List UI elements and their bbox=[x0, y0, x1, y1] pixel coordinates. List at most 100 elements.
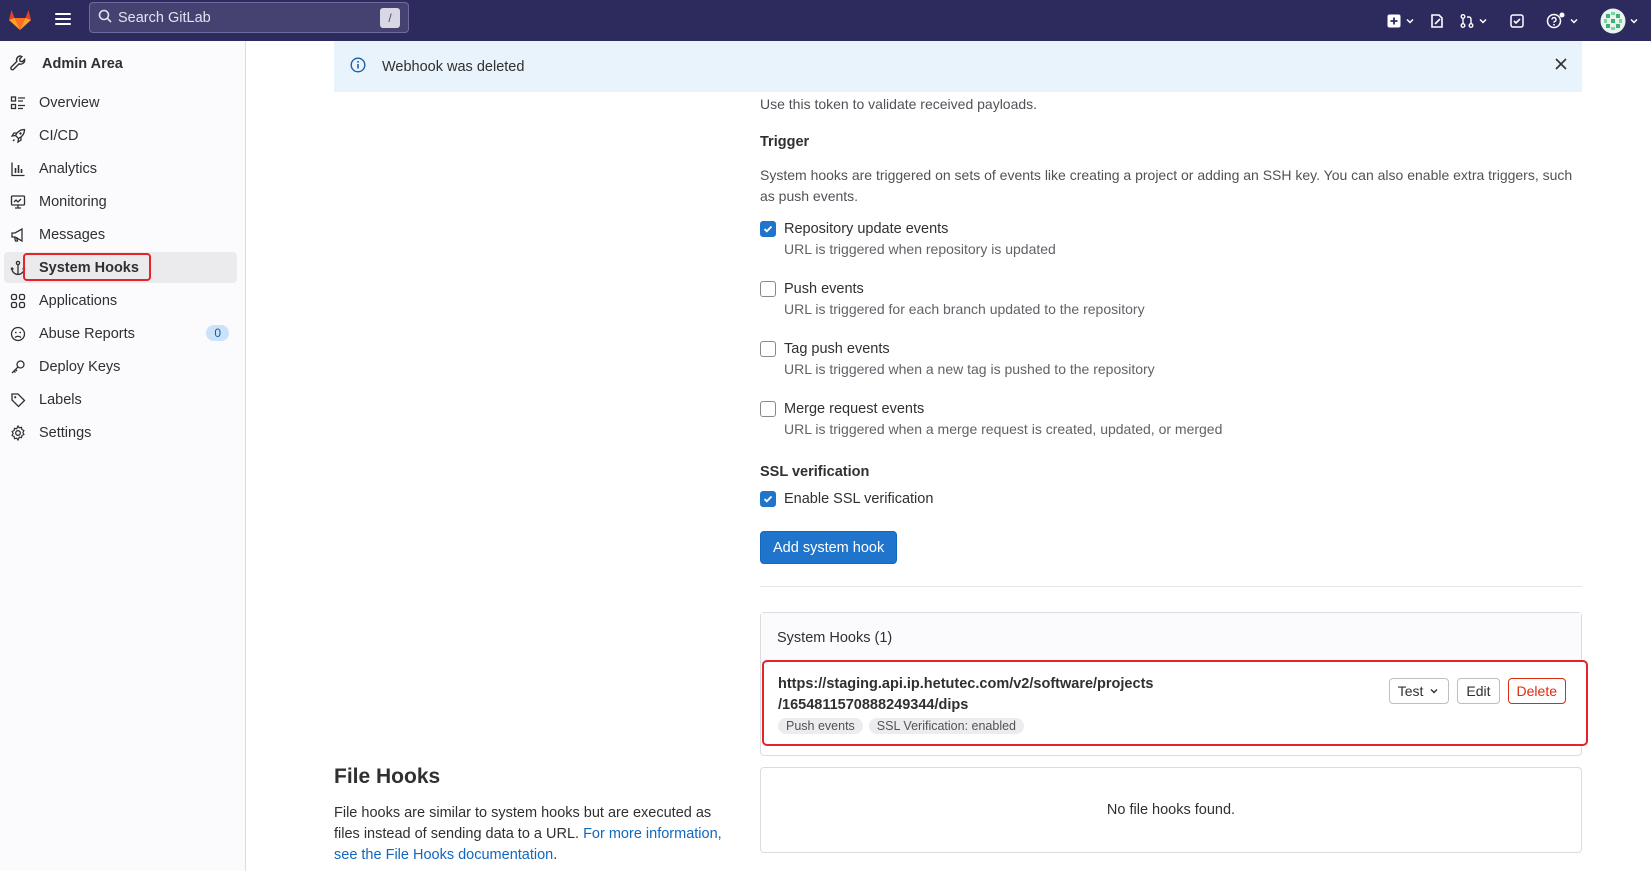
merge-requests-dropdown[interactable] bbox=[1459, 13, 1488, 29]
settings-icon bbox=[9, 424, 27, 442]
sidebar-item-label: Analytics bbox=[39, 160, 98, 177]
sidebar-item-applications[interactable]: Applications bbox=[4, 285, 237, 316]
add-system-hook-button[interactable]: Add system hook bbox=[760, 531, 898, 564]
applications-icon bbox=[9, 292, 27, 310]
trigger-tag-push: Tag push events URL is triggered when a … bbox=[760, 339, 1155, 379]
label-icon bbox=[9, 391, 27, 409]
count-badge: 0 bbox=[206, 325, 229, 341]
trigger-help: URL is triggered when a merge request is… bbox=[784, 421, 1223, 437]
empty-message: No file hooks found. bbox=[1106, 802, 1236, 818]
user-menu[interactable] bbox=[1600, 8, 1639, 34]
search-input[interactable] bbox=[118, 9, 358, 26]
menu-icon[interactable] bbox=[53, 10, 73, 30]
monitor-icon bbox=[9, 193, 27, 211]
sidebar-title: Admin Area bbox=[42, 56, 123, 72]
trigger-heading: Trigger bbox=[760, 134, 810, 150]
sidebar-item-label: Applications bbox=[39, 292, 118, 309]
test-dropdown-button[interactable]: Test bbox=[1388, 678, 1450, 704]
sidebar-item-labels[interactable]: Labels bbox=[4, 384, 237, 415]
repository-update-checkbox[interactable] bbox=[760, 221, 776, 237]
sidebar-item-label: Deploy Keys bbox=[39, 358, 121, 375]
success-alert: Webhook was deleted bbox=[334, 41, 1582, 92]
sidebar-item-label: Labels bbox=[39, 391, 82, 408]
overview-icon bbox=[9, 94, 27, 112]
divider bbox=[760, 586, 1582, 587]
new-item-dropdown[interactable] bbox=[1386, 13, 1415, 29]
issues-icon[interactable] bbox=[1429, 13, 1445, 29]
trigger-help: URL is triggered when a new tag is pushe… bbox=[784, 361, 1155, 377]
info-icon bbox=[350, 57, 366, 76]
trigger-label: Repository update events bbox=[784, 221, 949, 237]
chart-icon bbox=[9, 160, 27, 178]
key-icon bbox=[9, 358, 27, 376]
trigger-help: URL is triggered when repository is upda… bbox=[784, 241, 1056, 257]
close-icon[interactable] bbox=[1554, 57, 1568, 74]
sidebar-item-settings[interactable]: Settings bbox=[4, 417, 237, 448]
search-box[interactable]: / bbox=[89, 2, 409, 33]
tag-push-events-checkbox[interactable] bbox=[760, 341, 776, 357]
anchor-icon bbox=[9, 259, 27, 277]
ssl-heading: SSL verification bbox=[760, 464, 870, 480]
sidebar-item-system-hooks[interactable]: System Hooks bbox=[4, 252, 237, 283]
sidebar-item-messages[interactable]: Messages bbox=[4, 219, 237, 250]
avatar bbox=[1600, 8, 1626, 33]
ssl-label: Enable SSL verification bbox=[784, 491, 934, 507]
todos-icon[interactable] bbox=[1509, 13, 1525, 29]
alert-message: Webhook was deleted bbox=[382, 58, 525, 75]
gitlab-logo[interactable] bbox=[6, 5, 34, 33]
chevron-down-icon bbox=[1479, 18, 1487, 24]
ssl-verification-checkbox[interactable] bbox=[760, 491, 776, 507]
edit-button[interactable]: Edit bbox=[1457, 678, 1500, 704]
sidebar-item-label: Messages bbox=[39, 226, 106, 243]
sidebar-item-label: Overview bbox=[39, 94, 100, 111]
help-dropdown[interactable] bbox=[1546, 12, 1579, 30]
trigger-help: URL is triggered for each branch updated… bbox=[784, 301, 1145, 317]
search-icon bbox=[98, 9, 112, 26]
sidebar-item-label: Settings bbox=[39, 424, 92, 441]
trigger-label: Merge request events bbox=[784, 401, 925, 417]
sidebar-item-analytics[interactable]: Analytics bbox=[4, 153, 237, 184]
bullhorn-icon bbox=[9, 226, 27, 244]
sidebar-item-cicd[interactable]: CI/CD bbox=[4, 120, 237, 151]
sidebar-item-label: Monitoring bbox=[39, 193, 107, 210]
sidebar-header[interactable]: Admin Area bbox=[0, 41, 245, 87]
hook-row: https://staging.api.ip.hetutec.com/v2/so… bbox=[762, 660, 1588, 746]
wrench-icon bbox=[9, 54, 27, 75]
chevron-down-icon bbox=[1570, 18, 1578, 24]
delete-button[interactable]: Delete bbox=[1507, 678, 1566, 704]
token-help-text: Use this token to validate received payl… bbox=[760, 96, 1038, 112]
test-label: Test bbox=[1397, 683, 1424, 699]
trigger-description: System hooks are triggered on sets of ev… bbox=[760, 167, 1573, 204]
sidebar-item-label: Abuse Reports bbox=[39, 325, 135, 342]
hook-tag: SSL Verification: enabled bbox=[868, 718, 1025, 734]
hook-actions: Test Edit Delete bbox=[1381, 678, 1566, 704]
sidebar-item-abuse-reports[interactable]: Abuse Reports 0 bbox=[4, 318, 237, 349]
merge-requests-icon bbox=[1460, 13, 1474, 28]
sidebar-item-deploy-keys[interactable]: Deploy Keys bbox=[4, 351, 237, 382]
hook-url-line: https://staging.api.ip.hetutec.com/v2/so… bbox=[778, 676, 1154, 692]
trigger-label: Push events bbox=[784, 281, 864, 297]
hook-url-line: /1654811570888249344/dips bbox=[778, 697, 969, 713]
search-shortcut-key: / bbox=[380, 8, 400, 28]
sidebar-item-monitoring[interactable]: Monitoring bbox=[4, 186, 237, 217]
chevron-down-icon bbox=[1406, 18, 1414, 24]
trigger-label: Tag push events bbox=[784, 341, 890, 357]
file-hooks-empty-state: No file hooks found. bbox=[760, 767, 1582, 853]
trigger-repository-update: Repository update events URL is triggere… bbox=[760, 219, 1056, 259]
hook-url[interactable]: https://staging.api.ip.hetutec.com/v2/so… bbox=[778, 674, 1198, 716]
sidebar-item-label: System Hooks bbox=[39, 259, 139, 276]
chevron-down-icon bbox=[1630, 18, 1638, 24]
admin-sidebar: Admin Area Overview CI/CD Analytics Moni… bbox=[0, 41, 246, 871]
chevron-down-icon bbox=[1430, 689, 1438, 694]
help-icon bbox=[1546, 12, 1565, 28]
push-events-checkbox[interactable] bbox=[760, 281, 776, 297]
system-hooks-header: System Hooks (1) bbox=[761, 613, 1581, 663]
rocket-icon bbox=[9, 127, 27, 145]
ssl-verification-row: Enable SSL verification bbox=[760, 489, 933, 509]
hook-tags: Push events SSL Verification: enabled bbox=[778, 718, 1030, 734]
file-hooks-desc-suffix: . bbox=[553, 847, 558, 863]
sidebar-item-overview[interactable]: Overview bbox=[4, 87, 237, 118]
hook-tag: Push events bbox=[778, 718, 863, 734]
merge-request-events-checkbox[interactable] bbox=[760, 401, 776, 417]
file-hooks-description: File hooks are similar to system hooks b… bbox=[334, 803, 734, 866]
